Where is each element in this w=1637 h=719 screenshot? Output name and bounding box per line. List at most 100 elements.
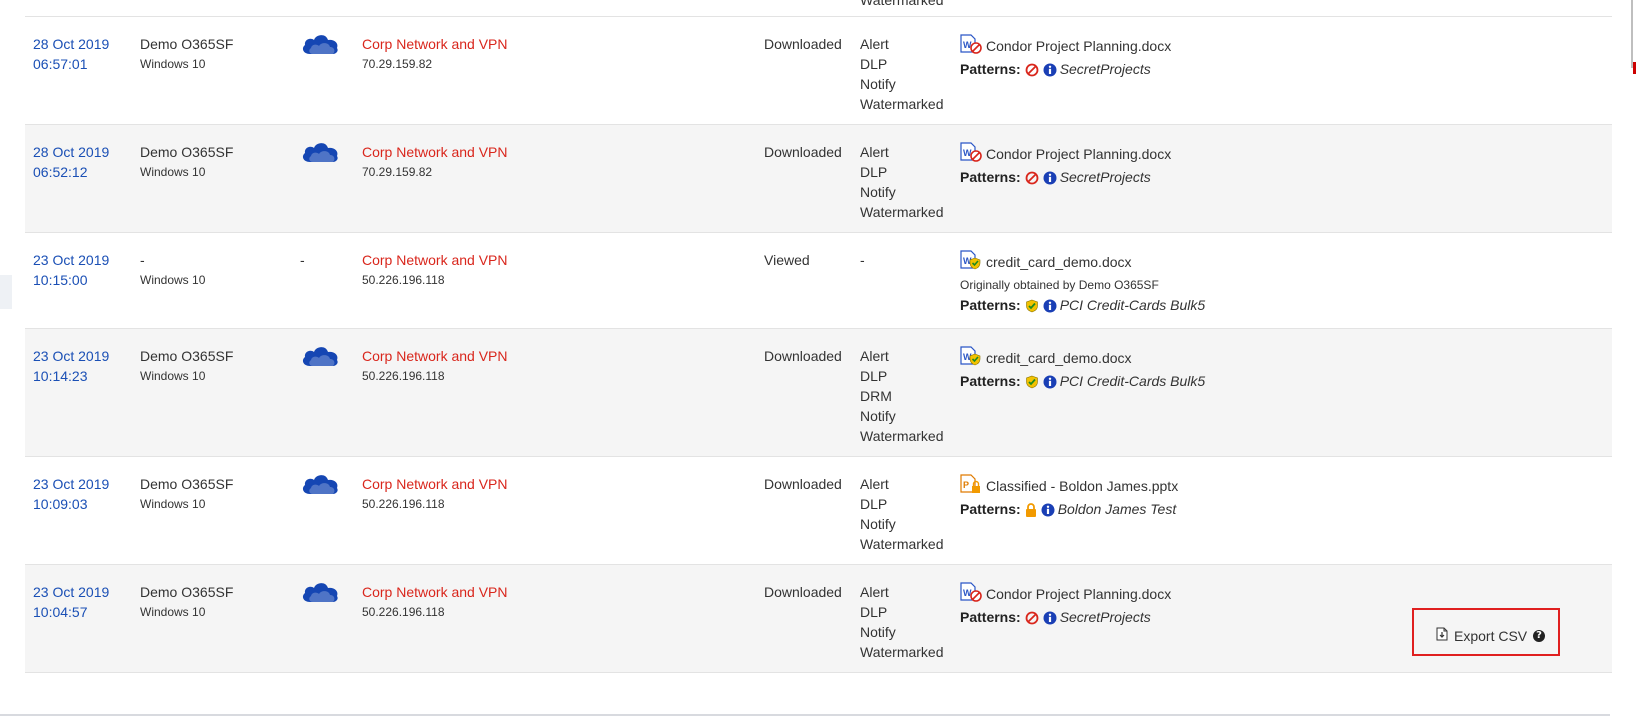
file-line: P Classified - Boldon James.pptx [960, 474, 1612, 499]
file-name[interactable]: credit_card_demo.docx [986, 350, 1132, 366]
patterns-line: Patterns: PCI Credit-Cards Bulk5 [960, 371, 1612, 394]
patterns-label: Patterns: [960, 169, 1021, 185]
info-icon[interactable] [1041, 502, 1055, 522]
policy-item: Notify [860, 184, 896, 200]
time-link[interactable]: 10:14:23 [33, 366, 140, 386]
device-name: Windows 10 [140, 165, 206, 179]
policy-item: Notify [860, 516, 896, 532]
patterns-label: Patterns: [960, 373, 1021, 389]
patterns-line: Patterns: SecretProjects [960, 167, 1612, 190]
policy-item: DLP [860, 496, 888, 512]
table-row: 28 Oct 2019 06:52:12 Demo O365SF Windows 10… [25, 124, 1612, 233]
policy-item: Notify [860, 408, 896, 424]
file-cell: W Condor Project Planning.docx Patterns: Se… [960, 17, 1612, 125]
info-icon[interactable] [1043, 298, 1057, 318]
location-cell: Corp Network and VPN 50.226.196.118 [362, 457, 764, 565]
location-name: Corp Network and VPN [362, 36, 508, 52]
policy-item: Alert [860, 476, 889, 492]
policy-item: Watermarked [860, 96, 944, 112]
date-link[interactable]: 23 Oct 2019 [33, 582, 140, 602]
policy-item: DLP [860, 56, 888, 72]
pattern-name: SecretProjects [1059, 609, 1151, 625]
file-name[interactable]: Condor Project Planning.docx [986, 586, 1171, 602]
policy-cell: Alert DLP Notify Watermarked [860, 17, 960, 125]
location-cell: Corp Network and VPN 70.29.159.82 [362, 125, 764, 233]
info-icon[interactable] [1043, 610, 1057, 630]
device-name: Windows 10 [140, 605, 206, 619]
file-name[interactable]: Condor Project Planning.docx [986, 38, 1171, 54]
ip-address: 70.29.159.82 [362, 57, 433, 71]
activity-cell: Downloaded [764, 125, 860, 233]
activity-type: Downloaded [764, 36, 842, 52]
onedrive-cloud-icon [300, 140, 340, 169]
word-doc-blocked-icon: W [960, 582, 982, 607]
activity-type: Viewed [764, 252, 810, 268]
activity-type: Downloaded [764, 476, 842, 492]
location-name: Corp Network and VPN [362, 584, 508, 600]
export-csv-label: Export CSV [1454, 627, 1528, 644]
onedrive-cloud-icon [300, 344, 340, 373]
user-cell: Demo O365SF Windows 10 [140, 457, 300, 565]
file-line: W Condor Project Planning.docx [960, 142, 1612, 167]
date-link[interactable]: 23 Oct 2019 [33, 346, 140, 366]
time-link[interactable]: 10:09:03 [33, 494, 140, 514]
policy-item: - [860, 252, 865, 268]
patterns-label: Patterns: [960, 501, 1021, 517]
user-cell: Demo O365SF Windows 10 [140, 329, 300, 457]
policy-item: Watermarked [860, 428, 944, 444]
policy-item: Watermarked [860, 644, 944, 660]
question-circle-icon[interactable]: ? [1533, 630, 1545, 642]
ip-address: 50.226.196.118 [362, 605, 445, 619]
info-icon[interactable] [1043, 374, 1057, 394]
policy-item: DLP [860, 368, 888, 384]
ip-address: 50.226.196.118 [362, 497, 445, 511]
info-icon[interactable] [1043, 62, 1057, 82]
file-name[interactable]: Condor Project Planning.docx [986, 146, 1171, 162]
activity-cell: Downloaded [764, 329, 860, 457]
location-name: Corp Network and VPN [362, 348, 508, 364]
pattern-name: PCI Credit-Cards Bulk5 [1059, 297, 1206, 313]
device-name: Windows 10 [140, 273, 206, 287]
word-doc-blocked-icon: W [960, 142, 982, 167]
scrollbar-track[interactable] [1631, 0, 1633, 68]
policy-cell: Alert DLP Notify Watermarked [860, 565, 960, 673]
csv-file-icon [1436, 627, 1448, 644]
side-tab[interactable] [0, 275, 12, 309]
time-link[interactable]: 10:04:57 [33, 602, 140, 622]
table-row: 23 Oct 2019 10:09:03 Demo O365SF Windows 10… [25, 457, 1612, 565]
file-line: W Condor Project Planning.docx [960, 582, 1612, 607]
shield-check-icon [1025, 298, 1039, 318]
info-icon[interactable] [1043, 170, 1057, 190]
user-name: Demo O365SF [140, 476, 234, 492]
file-name[interactable]: credit_card_demo.docx [986, 254, 1132, 270]
date-link[interactable]: 23 Oct 2019 [33, 474, 140, 494]
app-cell [300, 17, 362, 125]
file-line: Wcredit_card_demo.docx [960, 346, 1612, 371]
user-cell: Demo O365SF Windows 10 [140, 17, 300, 125]
policy-cell: Alert DLP Notify Watermarked [860, 125, 960, 233]
file-name[interactable]: Classified - Boldon James.pptx [986, 478, 1178, 494]
date-link[interactable]: 28 Oct 2019 [33, 142, 140, 162]
date-link[interactable]: 23 Oct 2019 [33, 250, 140, 270]
time-link[interactable]: 06:57:01 [33, 54, 140, 74]
user-cell: Demo O365SF Windows 10 [140, 125, 300, 233]
file-cell: W Condor Project Planning.docx Patterns: Se… [960, 125, 1612, 233]
date-cell: 23 Oct 2019 10:04:57 [25, 565, 140, 673]
table-row: Watermarked [25, 0, 1612, 17]
policy-item: Watermarked [860, 536, 944, 552]
policy-item: Alert [860, 36, 889, 52]
time-link[interactable]: 06:52:12 [33, 162, 140, 182]
patterns-label: Patterns: [960, 609, 1021, 625]
patterns-line: Patterns: PCI Credit-Cards Bulk5 [960, 295, 1612, 318]
onedrive-cloud-icon [300, 32, 340, 61]
time-link[interactable]: 10:15:00 [33, 270, 140, 290]
export-csv-button[interactable]: Export CSV [1436, 627, 1527, 644]
origin-note: Originally obtained by Demo O365SF [960, 278, 1159, 292]
date-link[interactable]: 28 Oct 2019 [33, 34, 140, 54]
user-cell: Demo O365SF Windows 10 [140, 565, 300, 673]
policy-item: Alert [860, 348, 889, 364]
device-name: Windows 10 [140, 369, 206, 383]
activity-type: Downloaded [764, 584, 842, 600]
user-name: Demo O365SF [140, 36, 234, 52]
location-name: Corp Network and VPN [362, 144, 508, 160]
